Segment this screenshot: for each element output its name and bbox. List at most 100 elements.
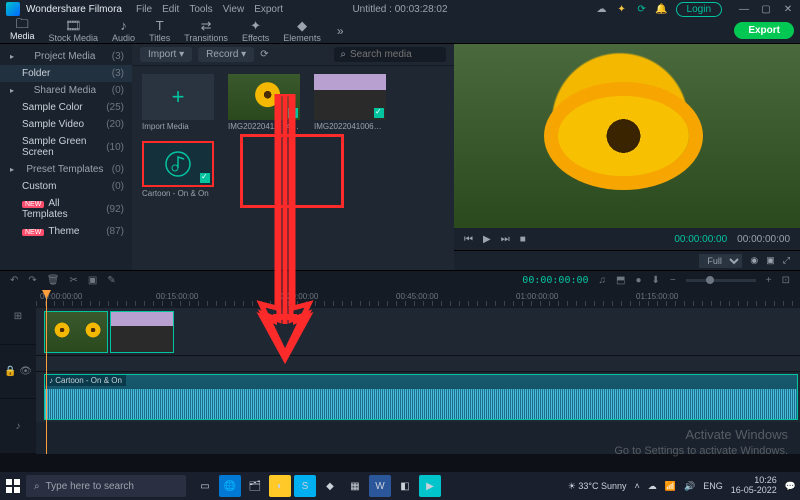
taskbar-search[interactable]: ⌕ Type here to search — [26, 475, 186, 497]
search-field[interactable] — [350, 49, 440, 60]
explorer-icon[interactable]: 🗂 — [244, 475, 266, 497]
tab-media[interactable]: 🗀Media — [4, 15, 41, 46]
sparkle-icon[interactable]: ✦ — [616, 3, 628, 15]
sidebar-item-folder[interactable]: Folder(3) — [0, 65, 132, 82]
snapshot-icon[interactable]: ◉ — [750, 255, 758, 266]
task-view-icon[interactable]: ▭ — [194, 475, 216, 497]
mixer-icon[interactable]: ♫ — [599, 275, 607, 286]
timeline-audio-clip[interactable]: ♪ Cartoon - On & On — [44, 374, 798, 420]
tab-stock-media[interactable]: 🎞Stock Media — [43, 17, 105, 46]
refresh-icon[interactable]: ⟳ — [260, 49, 268, 60]
menu-export[interactable]: Export — [254, 4, 283, 15]
expand-icon[interactable]: ⤢ — [783, 255, 790, 266]
fit-select[interactable]: Full — [699, 254, 742, 268]
chrome-icon[interactable]: ◐ — [269, 475, 291, 497]
media-clip[interactable]: IMG20220411174718 — [228, 74, 300, 131]
timeline-ruler[interactable]: 00:00:00:00 00:15:00:00 00:30:00:00 00:4… — [36, 290, 800, 308]
zoom-out-button[interactable]: − — [670, 275, 676, 286]
sidebar-item-sample-video[interactable]: Sample Video(20) — [0, 116, 132, 133]
sidebar-item-preset-templates[interactable]: Preset Templates(0) — [0, 161, 132, 178]
notifications-icon[interactable]: 💬 — [785, 481, 796, 492]
import-dropdown[interactable]: Import ▾ — [140, 47, 192, 62]
render-button[interactable]: ⬇ — [652, 275, 660, 286]
record-dropdown[interactable]: Record ▾ — [198, 47, 254, 62]
menu-file[interactable]: File — [136, 4, 152, 15]
app-icon[interactable]: ◆ — [319, 475, 341, 497]
sidebar-item-all-templates[interactable]: NEWAll Templates(92) — [0, 195, 132, 223]
clip-thumbnail — [314, 74, 386, 120]
media-clip[interactable]: IMG20220410060032 — [314, 74, 386, 131]
next-frame-button[interactable]: ⏭ — [501, 234, 510, 245]
search-input[interactable]: ⌕ — [334, 47, 446, 62]
menu-view[interactable]: View — [223, 4, 245, 15]
network-icon[interactable]: 📶 — [665, 481, 676, 492]
menu-tools[interactable]: Tools — [189, 4, 212, 15]
film-icon: 🎞 — [65, 19, 82, 32]
record-voiceover-button[interactable]: ● — [635, 275, 641, 286]
preview-canvas[interactable] — [454, 44, 800, 228]
edit-button[interactable]: ✎ — [107, 275, 115, 286]
audio-track-header[interactable]: ♪ — [0, 399, 36, 454]
menu-edit[interactable]: Edit — [162, 4, 179, 15]
onedrive-icon[interactable]: ☁ — [648, 481, 657, 492]
sidebar-item-shared-media[interactable]: Shared Media(0) — [0, 82, 132, 99]
weather-widget[interactable]: ☀ 33°C Sunny — [568, 481, 627, 492]
filmora-icon[interactable]: ▶ — [419, 475, 441, 497]
split-button[interactable]: ✂ — [69, 275, 77, 286]
timeline-video-clip[interactable] — [110, 311, 174, 353]
clock[interactable]: 10:26 16-05-2022 — [731, 476, 777, 496]
word-icon[interactable]: W — [369, 475, 391, 497]
undo-button[interactable]: ↶ — [10, 275, 18, 286]
volume-icon[interactable]: 🔊 — [684, 481, 695, 492]
delete-button[interactable]: 🗑 — [47, 275, 60, 286]
tab-transitions[interactable]: ⇄Transitions — [178, 17, 234, 46]
sidebar-item-sample-color[interactable]: Sample Color(25) — [0, 99, 132, 116]
app-icon[interactable]: ▦ — [344, 475, 366, 497]
tab-audio[interactable]: ♪Audio — [106, 17, 141, 46]
zoom-slider[interactable] — [686, 279, 756, 282]
timeline-video-clip[interactable] — [44, 311, 108, 353]
redo-button[interactable]: ↷ — [28, 275, 36, 286]
language-indicator[interactable]: ENG — [703, 481, 723, 491]
start-button[interactable] — [4, 477, 22, 495]
refresh-icon[interactable]: ⟳ — [636, 3, 648, 15]
sidebar-item-custom[interactable]: Custom(0) — [0, 178, 132, 195]
minimize-icon[interactable]: — — [738, 4, 750, 15]
play-button[interactable]: ▶ — [483, 234, 491, 245]
tab-elements[interactable]: ◆Elements — [277, 17, 327, 46]
media-clip-audio[interactable]: Cartoon - On & On — [142, 141, 214, 198]
maximize-icon[interactable]: ▢ — [760, 4, 772, 15]
video-track-header[interactable]: 🔒 👁 — [0, 345, 36, 400]
close-icon[interactable]: ✕ — [782, 4, 794, 15]
tab-effects[interactable]: ✦Effects — [236, 17, 275, 46]
zoom-in-button[interactable]: + — [766, 275, 772, 286]
chevron-right-icon[interactable]: » — [337, 24, 344, 38]
import-media-tile[interactable]: Import Media — [142, 74, 214, 131]
app-title: Wondershare Filmora — [26, 4, 122, 15]
marker-button[interactable]: ⬒ — [616, 275, 625, 286]
playhead[interactable] — [46, 290, 47, 454]
marker-icon[interactable]: ▣ — [766, 255, 775, 266]
tray-chevron-icon[interactable]: ˄ — [635, 481, 640, 491]
cloud-icon[interactable]: ☁ — [596, 3, 608, 15]
tab-label: Audio — [112, 33, 135, 43]
edge-icon[interactable]: 🌐 — [219, 475, 241, 497]
login-button[interactable]: Login — [676, 2, 722, 17]
crop-button[interactable]: ▣ — [88, 275, 97, 286]
ruler-tick: 00:45:00:00 — [396, 292, 438, 301]
export-button[interactable]: Export — [734, 22, 794, 39]
windows-taskbar: ⌕ Type here to search ▭ 🌐 🗂 ◐ S ◆ ▦ W ◧ … — [0, 472, 800, 500]
sidebar-item-theme[interactable]: NEWTheme(87) — [0, 223, 132, 240]
audio-track[interactable]: ♪ Cartoon - On & On — [36, 372, 800, 422]
track-options-button[interactable]: ⊞ — [0, 290, 36, 345]
zoom-fit-button[interactable]: ⊡ — [782, 275, 790, 286]
app-icon[interactable]: ◧ — [394, 475, 416, 497]
bell-icon[interactable]: 🔔 — [656, 3, 668, 15]
tab-titles[interactable]: TTitles — [143, 17, 176, 46]
video-track[interactable] — [36, 308, 800, 356]
sidebar-item-project-media[interactable]: Project Media(3) — [0, 48, 132, 65]
stop-button[interactable]: ■ — [520, 234, 526, 245]
sidebar-item-sample-green-screen[interactable]: Sample Green Screen(10) — [0, 133, 132, 161]
skype-icon[interactable]: S — [294, 475, 316, 497]
prev-frame-button[interactable]: ⏮ — [464, 234, 473, 245]
